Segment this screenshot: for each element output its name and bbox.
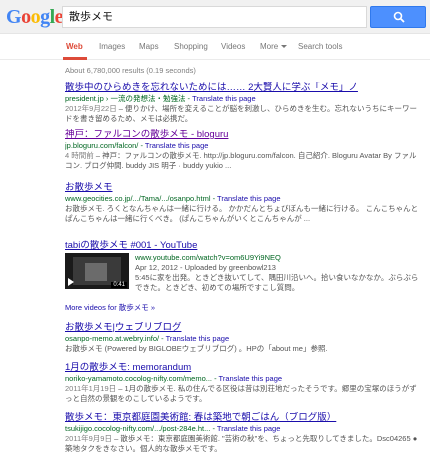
translate-link[interactable]: Translate this page — [217, 424, 281, 433]
result-title-link[interactable]: お散歩メモ|ウェブリブログ — [65, 322, 420, 334]
video-thumbnail[interactable]: 0:41 — [65, 253, 129, 289]
tab-search-tools[interactable]: Search tools — [298, 42, 342, 51]
tab-maps[interactable]: Maps — [139, 42, 159, 51]
search-input[interactable]: 散歩メモ — [62, 6, 367, 28]
result-url: osanpo-memo.at.webry.info/ - Translate t… — [65, 334, 230, 343]
result-snippet-text: – 1月の散歩メモ. 私の住んでる区役は昔は別荘地だったそうです。郷里の宝塚のほ… — [65, 384, 417, 403]
logo-letter-g: G — [6, 6, 22, 28]
result-title-link[interactable]: お散歩メモ — [65, 182, 420, 194]
result-snippet: 4 時間前 – 神戸：ファルコンの散歩メモ. http://jp.bloguru… — [65, 151, 420, 171]
result-snippet: お散歩メモ (Powered by BIGLOBEウェブリブログ) 。HPの「a… — [65, 344, 328, 353]
result-url-text: jp.bloguru.com/falcon/ — [65, 141, 139, 150]
result-url-text: osanpo-memo.at.webry.info/ — [65, 334, 160, 343]
tab-more[interactable]: More — [260, 42, 288, 51]
thumbnail-subject — [85, 263, 107, 281]
video-info: www.youtube.com/watch?v=om6U9Yi9NEQ Apr … — [135, 253, 420, 293]
logo-letter-o1: o — [21, 6, 31, 28]
active-tab-indicator — [63, 57, 87, 60]
video-row: 0:41 www.youtube.com/watch?v=om6U9Yi9NEQ… — [65, 253, 420, 303]
result-date: 2011年9月9日 — [65, 434, 112, 443]
top-bar: Google 散歩メモ — [0, 0, 430, 34]
search-tabs: Web Images Maps Shopping Videos More Sea… — [0, 34, 430, 60]
result-snippet-text: – 散歩メモ：東京都庭園美術館. "芸術の秋"を、ちょっと先取りしてきました。D… — [65, 434, 418, 453]
result-url-text: www.geocities.co.jp/.../Tama/.../osanpo.… — [65, 194, 211, 203]
tab-shopping[interactable]: Shopping — [174, 42, 208, 51]
translate-link[interactable]: Translate this page — [145, 141, 209, 150]
result-title-link[interactable]: 神戸：ファルコンの散歩メモ - bloguru — [65, 129, 420, 141]
logo-letter-o2: o — [30, 6, 41, 28]
play-icon — [68, 278, 74, 286]
result-snippet: 2011年9月9日 – 散歩メモ：東京都庭園美術館. "芸術の秋"を、ちょっと先… — [65, 434, 420, 454]
translate-link[interactable]: Translate this page — [219, 374, 283, 383]
magnifier-icon — [393, 11, 405, 23]
search-button[interactable] — [370, 6, 426, 28]
result-snippet: 2012年9月22日 – 便りかけ、場所を変えることが脳を刺激し、ひらめきを生む… — [65, 104, 420, 124]
result-snippet-text: – 便りかけ、場所を変えることが脳を刺激し、ひらめきを生む。忘れないうちにキーワ… — [65, 104, 417, 123]
translate-link[interactable]: Translate this page — [217, 194, 281, 203]
tab-videos[interactable]: Videos — [221, 42, 245, 51]
search-result: 散歩中のひらめきを忘れないためには…… 2大賢人に学ぶ「メモ」ノ preside… — [65, 82, 420, 124]
result-date: 2011年1月19日 — [65, 384, 117, 393]
search-result: 1月の散歩メモ: memorandum noriko-yamamoto.coco… — [65, 362, 420, 404]
video-snippet: 5:45に家を出発。ときどき抜いてして、隅田川沿いへ。拾い食いなかなか。ぶらぶら… — [135, 273, 419, 292]
chevron-down-icon — [281, 45, 288, 49]
search-result: 神戸：ファルコンの散歩メモ - bloguru jp.bloguru.com/f… — [65, 129, 420, 171]
result-date: 2012年9月22日 — [65, 104, 117, 113]
video-url: www.youtube.com/watch?v=om6U9Yi9NEQ — [135, 253, 281, 262]
result-url-text: president.jp › 一流の発想法・勉強法 — [65, 94, 186, 103]
video-title-link[interactable]: tabiの散歩メモ #001 - YouTube — [65, 240, 420, 252]
result-url: www.geocities.co.jp/.../Tama/.../osanpo.… — [65, 194, 281, 203]
result-url-text: noriko-yamamoto.cocolog-nifty.com/memo..… — [65, 374, 212, 383]
search-result: お散歩メモ www.geocities.co.jp/.../Tama/.../o… — [65, 182, 420, 224]
result-url: noriko-yamamoto.cocolog-nifty.com/memo..… — [65, 374, 283, 383]
result-snippet-text: – 神戸：ファルコンの散歩メモ. http://jp.bloguru.com/f… — [65, 151, 417, 170]
tab-web[interactable]: Web — [66, 42, 83, 51]
result-url: president.jp › 一流の発想法・勉強法 - Translate th… — [65, 94, 256, 103]
result-snippet: お散歩メモ. ろくとなんちゃんは一緒に行ける。 かかだんとちょびぼんも一緒に行け… — [65, 204, 419, 223]
result-title-link[interactable]: 散歩中のひらめきを忘れないためには…… 2大賢人に学ぶ「メモ」ノ — [65, 82, 420, 94]
tab-images[interactable]: Images — [99, 42, 125, 51]
video-meta: Apr 12, 2012 - Uploaded by greenbowl213 — [135, 263, 276, 272]
result-snippet: 2011年1月19日 – 1月の散歩メモ. 私の住んでる区役は昔は別荘地だったそ… — [65, 384, 420, 404]
result-title-link[interactable]: 1月の散歩メモ: memorandum — [65, 362, 420, 374]
google-logo[interactable]: Google — [6, 6, 64, 29]
result-url-text: tsukijigo.cocolog-nifty.com/.../post-284… — [65, 424, 211, 433]
tab-more-label: More — [260, 42, 279, 51]
search-result: 散歩メモ：東京都庭園美術館: 春は築地で朝ごはん（ブログ版） tsukijigo… — [65, 412, 420, 454]
result-url: tsukijigo.cocolog-nifty.com/.../post-284… — [65, 424, 281, 433]
result-title-link[interactable]: 散歩メモ：東京都庭園美術館: 春は築地で朝ごはん（ブログ版） — [65, 412, 420, 424]
result-date: 4 時間前 — [65, 151, 94, 160]
result-stats: About 6,780,000 results (0.19 seconds) — [65, 66, 196, 75]
video-duration: 0:41 — [111, 282, 127, 288]
translate-link[interactable]: Translate this page — [192, 94, 256, 103]
logo-letter-g2: g — [40, 6, 50, 28]
video-result: tabiの散歩メモ #001 - YouTube — [65, 240, 420, 252]
result-url: jp.bloguru.com/falcon/ - Translate this … — [65, 141, 209, 150]
search-result: お散歩メモ|ウェブリブログ osanpo-memo.at.webry.info/… — [65, 322, 420, 354]
translate-link[interactable]: Translate this page — [166, 334, 230, 343]
more-videos-link[interactable]: More videos for 散歩メモ » — [65, 302, 155, 313]
